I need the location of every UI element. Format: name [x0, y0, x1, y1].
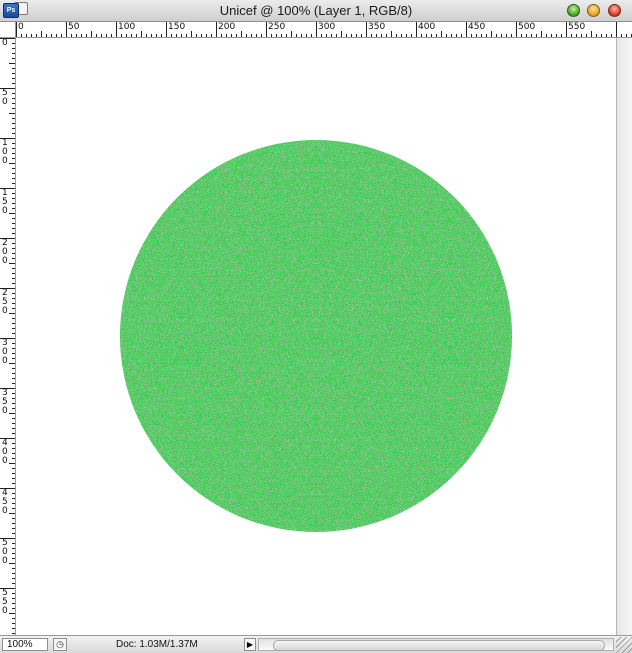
ruler-label: 150: [2, 188, 8, 216]
ruler-label: 100: [118, 22, 136, 32]
zoom-level-field[interactable]: 100%: [2, 638, 48, 651]
close-window-button[interactable]: [608, 4, 621, 17]
ruler-label: 250: [268, 22, 286, 32]
ruler-label: 100: [2, 138, 8, 166]
ruler-label: 400: [2, 438, 8, 466]
ruler-label: 450: [468, 22, 486, 32]
window-title: Unicef @ 100% (Layer 1, RGB/8): [219, 3, 413, 18]
triangle-right-icon[interactable]: ▶: [244, 638, 256, 651]
green-noise-circle: [120, 140, 512, 532]
ruler-label: 550: [568, 22, 586, 32]
ruler-label: 50: [2, 88, 8, 107]
title-bar: Ps Unicef @ 100% (Layer 1, RGB/8): [0, 0, 632, 22]
ruler-label: 250: [2, 288, 8, 316]
ruler-label: 50: [68, 22, 80, 32]
ruler-label: 550: [2, 588, 8, 616]
ruler-label: 150: [168, 22, 186, 32]
minimize-window-button[interactable]: [587, 4, 600, 17]
ruler-label: 500: [2, 538, 8, 566]
zoom-window-button[interactable]: [567, 4, 580, 17]
ruler-label: 200: [218, 22, 236, 32]
ruler-label: 0: [2, 38, 8, 48]
vertical-scrollbar[interactable]: [616, 38, 632, 635]
ruler-label: 350: [2, 388, 8, 416]
document-size-info: Doc: 1.03M/1.37M: [116, 639, 198, 650]
horizontal-ruler[interactable]: 0 50 100 150 200 250 300 350 400 450 500 550: [16, 22, 632, 38]
vertical-ruler[interactable]: 0 50 100 150 200 250 300 350 400 450 500 550: [0, 38, 16, 635]
resize-grip-icon[interactable]: [616, 637, 632, 653]
ruler-label: 0: [18, 22, 24, 32]
ruler-origin[interactable]: [0, 22, 16, 38]
ruler-label: 400: [418, 22, 436, 32]
ruler-label: 300: [2, 338, 8, 366]
ruler-label: 350: [368, 22, 386, 32]
horizontal-scrollbar[interactable]: [258, 638, 614, 651]
ruler-label: 300: [318, 22, 336, 32]
ruler-label: 200: [2, 238, 8, 266]
document-canvas[interactable]: [16, 38, 616, 635]
clock-icon[interactable]: ◷: [53, 638, 67, 651]
ruler-label: 500: [518, 22, 536, 32]
ruler-label: 450: [2, 488, 8, 516]
horizontal-scroll-thumb[interactable]: [273, 640, 605, 651]
status-bar: 100% ◷ Doc: 1.03M/1.37M ▶: [0, 635, 632, 653]
